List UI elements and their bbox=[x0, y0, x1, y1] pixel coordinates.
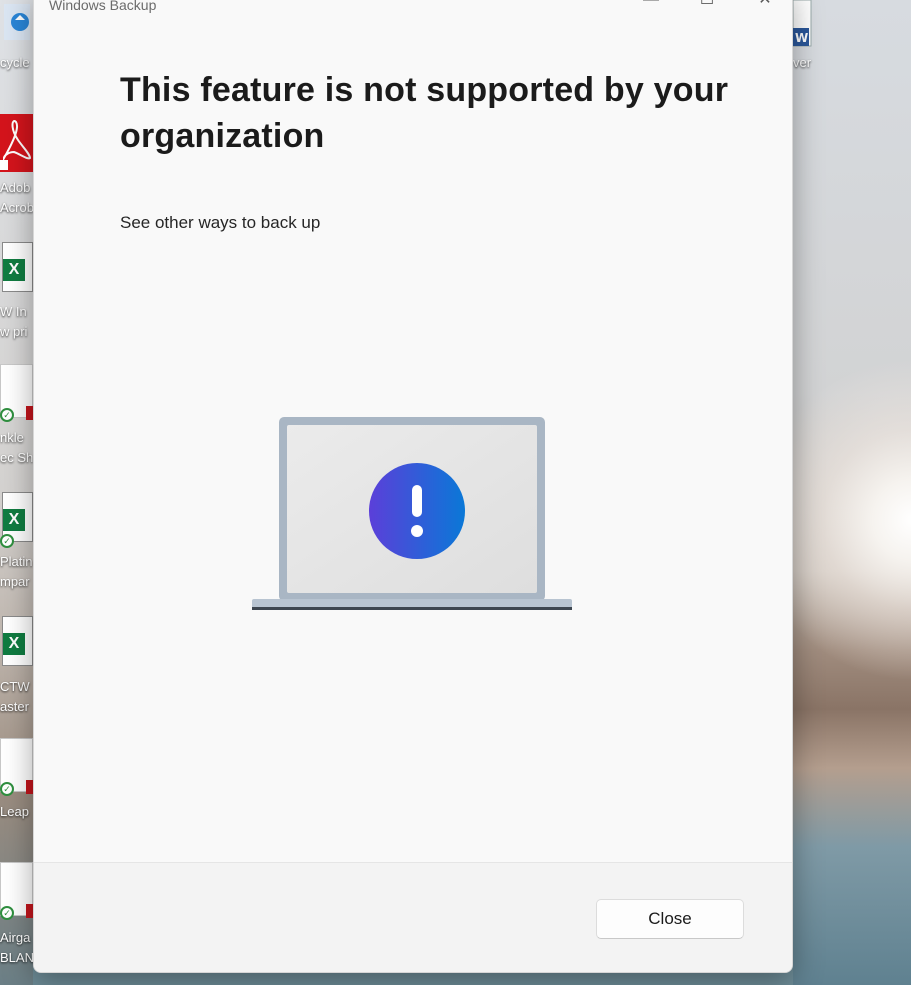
sync-ok-icon: ✓ bbox=[0, 906, 14, 920]
sync-ok-icon: ✓ bbox=[0, 534, 14, 548]
pdf-badge-icon bbox=[26, 406, 33, 420]
desktop-left-icons: cycle Adob Acrob X W In w pri ✓ nkle ec … bbox=[0, 0, 33, 985]
desktop-icon-label: mpar bbox=[0, 574, 30, 589]
desktop-icon-label: BLAN bbox=[0, 950, 33, 965]
excel-icon: X bbox=[2, 242, 33, 292]
desktop-icon-label: nkle bbox=[0, 430, 24, 445]
pdf-badge-icon bbox=[26, 780, 33, 794]
desktop-icon-label: Airga bbox=[0, 930, 31, 945]
desktop-icon-label: Leap bbox=[0, 804, 29, 819]
desktop-icon-label: Acrob bbox=[0, 200, 33, 215]
desktop-icon-label: CTW bbox=[0, 679, 30, 694]
desktop-icon-label: ver bbox=[793, 55, 812, 70]
pdf-icon bbox=[0, 114, 33, 172]
maximize-button[interactable]: ☐ bbox=[684, 0, 730, 17]
desktop-icon-label: W In bbox=[0, 304, 27, 319]
title-bar: Windows Backup — ☐ ✕ bbox=[34, 0, 792, 21]
svg-text:W: W bbox=[795, 31, 808, 45]
recycle-bin-icon bbox=[4, 4, 30, 40]
sync-ok-icon: ✓ bbox=[0, 408, 14, 422]
pdf-badge-icon bbox=[26, 904, 33, 918]
sync-ok-icon: ✓ bbox=[0, 782, 14, 796]
other-ways-link[interactable]: See other ways to back up bbox=[120, 213, 320, 233]
excel-icon: X bbox=[2, 616, 33, 666]
desktop-icon-label: ec Sh bbox=[0, 450, 33, 465]
laptop-warning-icon bbox=[252, 417, 572, 610]
desktop-icon-label: Adob bbox=[0, 180, 31, 195]
desktop-wallpaper: W ver bbox=[793, 0, 911, 985]
page-title: This feature is not supported by your or… bbox=[120, 71, 729, 155]
close-button[interactable]: Close bbox=[596, 899, 744, 939]
window-title: Windows Backup bbox=[49, 0, 157, 13]
desktop-icon-label: aster bbox=[0, 699, 29, 714]
minimize-button[interactable]: — bbox=[628, 0, 674, 17]
word-icon: W bbox=[793, 0, 812, 47]
desktop-icon-label: w pri bbox=[0, 324, 28, 339]
close-window-button[interactable]: ✕ bbox=[742, 0, 788, 17]
desktop-icon-label: cycle bbox=[0, 55, 30, 70]
windows-backup-dialog: Windows Backup — ☐ ✕ This feature is not… bbox=[33, 0, 793, 973]
desktop-icon-label: Platin bbox=[0, 554, 33, 569]
